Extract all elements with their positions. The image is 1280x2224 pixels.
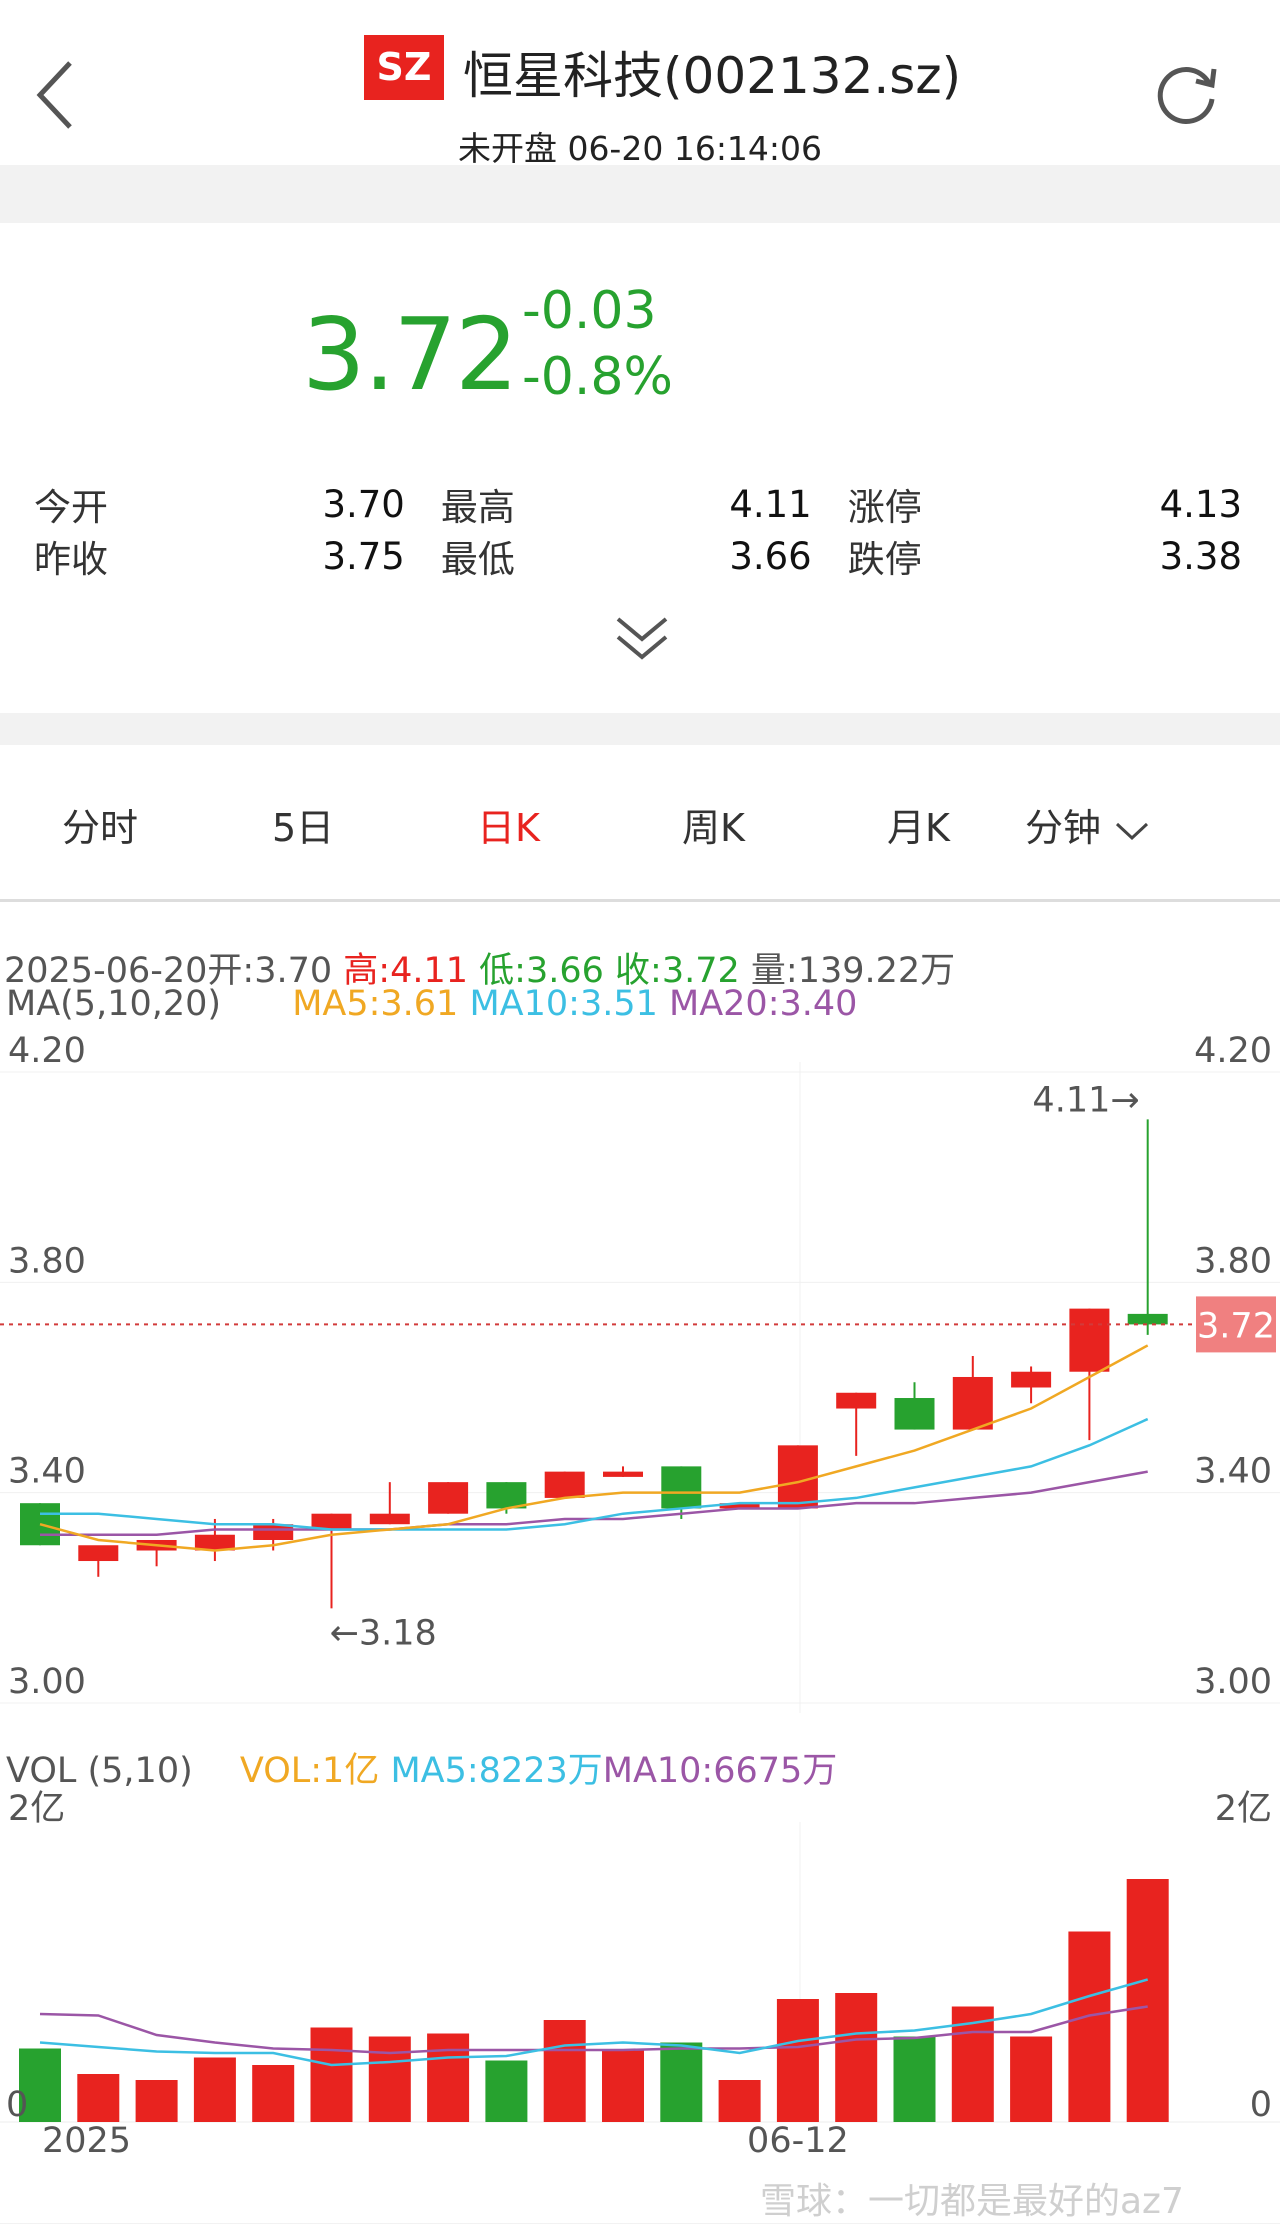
price-tick-left: 3.80 <box>8 1241 86 1281</box>
tab-5day[interactable]: 5日 <box>272 797 334 852</box>
volume-tick-right: 2亿 <box>1215 1789 1272 1829</box>
kline-chart-area: 2025-06-20开:3.70 高:4.11 低:3.66 收:3.72 量:… <box>0 902 1280 2223</box>
current-price-tag-label: 3.72 <box>1197 1306 1275 1346</box>
volume-bar <box>1126 1879 1169 2122</box>
price-tick-right: 3.80 <box>1194 1241 1272 1281</box>
volume-bar <box>776 1999 819 2122</box>
tab-minute-label: 分钟 <box>1025 806 1102 850</box>
expand-chevron-icon[interactable] <box>612 613 672 668</box>
volume-bar <box>193 2057 236 2122</box>
change-amount: -0.03 <box>522 281 657 341</box>
candle-body <box>952 1376 993 1430</box>
candle-body <box>1069 1308 1110 1372</box>
volume-bar <box>77 2074 120 2122</box>
candle-body <box>836 1392 877 1409</box>
volume-bar <box>135 2080 178 2122</box>
stats-row: 今开 3.70 最高 4.11 涨停 4.13 <box>34 478 1254 530</box>
volume-bar <box>427 2033 470 2122</box>
last-price: 3.72 <box>302 296 519 413</box>
exchange-badge: SZ <box>364 35 444 100</box>
volume-bar <box>543 2020 586 2122</box>
stats-row: 昨收 3.75 最低 3.66 跌停 3.38 <box>34 530 1254 582</box>
price-tick-left: 3.00 <box>8 1662 86 1702</box>
price-tick-right: 3.00 <box>1194 1662 1272 1702</box>
candle-body <box>428 1482 469 1514</box>
candle-body <box>661 1466 702 1509</box>
candle-body <box>544 1471 585 1498</box>
volume-legend: VOL (5,10) VOL:1亿 MA5:8223万MA10:6675万 <box>6 1742 837 1793</box>
candle-body <box>603 1471 643 1477</box>
vol-ma10-value: MA10:6675万 <box>602 1751 838 1791</box>
volume-bar <box>485 2060 528 2122</box>
candlestick-chart[interactable]: 4.20 4.20 3.80 3.80 3.40 3.40 3.00 3.00 3.72 4.11… <box>0 902 1280 2223</box>
page-title: 恒星科技(002132.sz) <box>463 47 962 105</box>
price-plot-background <box>0 1062 1280 1713</box>
min-price-annotation: ←3.18 <box>330 1613 437 1653</box>
stat-label: 今开 <box>34 486 108 529</box>
price-tick-left: 3.40 <box>8 1452 86 1492</box>
vol-legend-label: VOL (5,10) <box>6 1751 193 1791</box>
change-percent: -0.8% <box>522 347 673 407</box>
candle-body <box>486 1482 527 1509</box>
stat-value: 4.13 <box>1159 482 1242 526</box>
volume-bar <box>893 2036 936 2122</box>
tab-weekly-k[interactable]: 周K <box>682 797 745 852</box>
tab-monthly-k[interactable]: 月K <box>887 797 950 852</box>
volume-bar <box>602 2050 644 2122</box>
price-tick-right: 3.40 <box>1194 1452 1272 1492</box>
x-axis-label: 06-12 <box>747 2121 849 2161</box>
chevron-down-icon <box>1116 822 1149 840</box>
stat-value: 4.11 <box>729 482 812 526</box>
chart-period-tabs: 分时 5日 日K 周K 月K 分钟 <box>0 745 1280 902</box>
volume-zero-left: 0 <box>6 2085 28 2125</box>
vol-value: VOL:1亿 <box>239 1751 380 1791</box>
refresh-icon[interactable] <box>1150 55 1225 130</box>
candle-body <box>777 1445 818 1509</box>
quote-stats: 今开 3.70 最高 4.11 涨停 4.13 昨收 3.75 最低 3.66 … <box>34 478 1254 582</box>
volume-bar <box>660 2042 703 2122</box>
stat-value: 3.70 <box>322 482 405 526</box>
market-status: 未开盘 06-20 16:14:06 <box>457 129 823 168</box>
candle-body <box>1127 1313 1168 1325</box>
stat-label: 最高 <box>440 486 515 529</box>
volume-zero-right: 0 <box>1250 2085 1272 2125</box>
stat-label: 最低 <box>440 538 515 581</box>
price-tick-left: 4.20 <box>8 1031 86 1071</box>
stat-label: 涨停 <box>847 486 922 529</box>
watermark: 雪球：一切都是最好的az7 <box>760 2181 1184 2222</box>
candle-body <box>369 1513 410 1525</box>
price-tick-right: 4.20 <box>1194 1031 1272 1071</box>
x-axis-label: 2025 <box>42 2121 131 2161</box>
stat-value: 3.75 <box>322 534 405 578</box>
tab-minute[interactable]: 分钟 <box>1025 797 1151 852</box>
volume-bar <box>368 2036 411 2122</box>
stat-value: 3.38 <box>1159 534 1242 578</box>
vol-ma5-value: MA5:8223万 <box>390 1751 603 1791</box>
top-bar: SZ 恒星科技(002132.sz) 未开盘 06-20 16:14:06 <box>0 0 1280 168</box>
max-price-annotation: 4.11→ <box>1032 1080 1139 1120</box>
volume-bar <box>835 1993 878 2122</box>
volume-bar <box>1010 2036 1053 2122</box>
volume-bar <box>310 2027 353 2122</box>
candle-body <box>894 1398 935 1430</box>
tab-intraday[interactable]: 分时 <box>62 797 138 852</box>
candle-body <box>78 1545 119 1562</box>
volume-bar <box>252 2065 295 2122</box>
volume-tick-left: 2亿 <box>8 1789 65 1829</box>
stat-label: 跌停 <box>847 538 922 581</box>
volume-bar <box>1068 1931 1111 2122</box>
tab-daily-k[interactable]: 日K <box>477 797 540 852</box>
stat-value: 3.66 <box>729 534 812 578</box>
quote-panel: 3.72 -0.03 -0.8% 今开 3.70 最高 4.11 涨停 4.13… <box>0 223 1280 713</box>
candle-body <box>1011 1371 1052 1388</box>
volume-bar <box>718 2080 761 2122</box>
price-change: -0.03 -0.8% <box>522 278 673 410</box>
stat-label: 昨收 <box>34 538 108 581</box>
